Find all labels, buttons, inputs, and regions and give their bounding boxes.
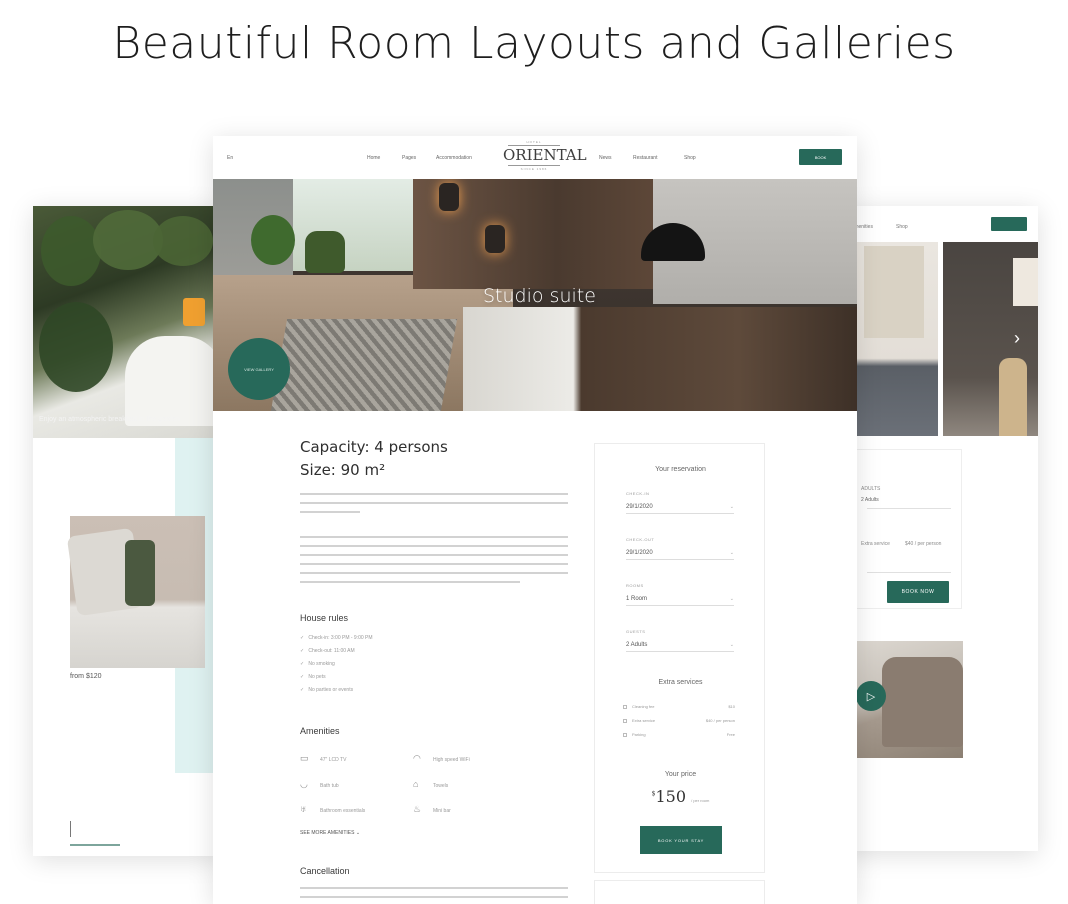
house-rule-item: ✓ No pets bbox=[300, 674, 326, 680]
form-value[interactable]: 2 Adults bbox=[861, 497, 879, 503]
reservation-title: Your reservation bbox=[655, 466, 706, 473]
hotel-logo[interactable]: HOTEL ORIENTAL SINCE 1986 bbox=[503, 140, 587, 171]
breakfast-photo: Enjoy an atmospheric breakfast in the ga… bbox=[33, 206, 223, 438]
amenity-item: ♅ Bathroom essentials bbox=[300, 804, 366, 814]
house-rule-item: ✓ Check-in: 3:00 PM - 9:00 PM bbox=[300, 635, 373, 641]
form-label: ADULTS bbox=[861, 486, 881, 492]
book-now-button[interactable]: BOOK NOW bbox=[887, 581, 949, 603]
chevron-down-icon: ⌄ bbox=[729, 504, 734, 510]
chevron-down-icon: ⌄ bbox=[729, 550, 734, 556]
main-preview-page: En Home Pages Accommodation HOTEL ORIENT… bbox=[213, 136, 857, 904]
nav-news[interactable]: News bbox=[599, 155, 612, 161]
left-preview-page: Enjoy an atmospheric breakfast in the ga… bbox=[33, 206, 223, 856]
room-capacity: Capacity: 4 persons bbox=[300, 438, 448, 456]
see-more-amenities-link[interactable]: SEE MORE AMENITIES ⌄ bbox=[300, 830, 360, 836]
hairdryer-icon: ♅ bbox=[300, 804, 307, 814]
extra-service-option[interactable]: Extra service $40 / per person bbox=[623, 718, 735, 723]
house-rules-title: House rules bbox=[300, 613, 349, 623]
video-thumbnail[interactable]: ▷ bbox=[856, 641, 963, 758]
amenities-title: Amenities bbox=[300, 726, 340, 736]
rooms-label: ROOMS bbox=[626, 583, 644, 588]
gallery-image-2[interactable] bbox=[943, 242, 1038, 436]
chevron-right-icon[interactable]: › bbox=[1014, 328, 1020, 349]
checkin-label: CHECK-IN bbox=[626, 491, 650, 496]
amenity-item: ◠ High speed WiFi bbox=[413, 753, 470, 763]
pendant-lamp-icon bbox=[439, 183, 459, 211]
book-button[interactable] bbox=[991, 217, 1027, 231]
nav-restaurant[interactable]: Restaurant bbox=[633, 155, 657, 161]
house-rule-item: ✓ No smoking bbox=[300, 661, 335, 667]
checkbox[interactable] bbox=[623, 704, 627, 709]
service-price: $40 / per person bbox=[905, 541, 942, 547]
amenity-item: ◡ Bath tub bbox=[300, 779, 339, 789]
room-price: from $120 bbox=[70, 673, 102, 680]
nav-pages[interactable]: Pages bbox=[402, 155, 416, 161]
page-headline: Beautiful Room Layouts and Galleries bbox=[112, 18, 956, 69]
view-gallery-button[interactable]: VIEW GALLERY bbox=[228, 338, 290, 400]
room-photo[interactable] bbox=[66, 516, 205, 668]
nav-home[interactable]: Home bbox=[367, 155, 380, 161]
price-title: Your price bbox=[664, 771, 697, 778]
reservation-card: Your reservation CHECK-IN 29/1/2020 ⌄ CHE… bbox=[594, 443, 765, 873]
divider bbox=[70, 821, 71, 837]
house-rule-item: ✓ No parties or events bbox=[300, 687, 354, 693]
extra-service-option[interactable]: Parking Free bbox=[623, 732, 735, 737]
guests-label: GUESTS bbox=[626, 629, 646, 634]
top-navigation: En Home Pages Accommodation HOTEL ORIENT… bbox=[213, 136, 857, 179]
bath-icon: ◡ bbox=[300, 779, 308, 789]
nav-shop[interactable]: Shop bbox=[896, 224, 908, 230]
amenity-item: ⌂ Towels bbox=[413, 779, 449, 789]
right-preview-page: Amenities Shop › ADULTS 2 Adults Extra s… bbox=[846, 206, 1038, 851]
photo-caption: Enjoy an atmospheric breakfast in the ga… bbox=[39, 416, 180, 423]
rooms-select[interactable]: 1 Room ⌄ bbox=[626, 596, 734, 606]
card-footer bbox=[594, 880, 765, 904]
towel-icon: ⌂ bbox=[413, 779, 419, 789]
book-your-stay-button[interactable]: BOOK YOUR STAY bbox=[640, 826, 722, 854]
reservation-card: ADULTS 2 Adults Extra service $40 / per … bbox=[856, 449, 962, 609]
description-paragraph bbox=[300, 493, 568, 520]
amenity-item: ♨ Mini bar bbox=[413, 804, 451, 814]
chevron-down-icon: ⌄ bbox=[729, 596, 734, 602]
room-link[interactable] bbox=[70, 844, 120, 846]
language-selector[interactable]: En bbox=[227, 155, 233, 161]
room-size: Size: 90 m² bbox=[300, 461, 386, 479]
cancellation-paragraph bbox=[300, 887, 568, 904]
gallery-image-1[interactable] bbox=[856, 242, 938, 436]
house-rule-item: ✓ Check-out: 11:00 AM bbox=[300, 648, 355, 654]
nav-shop[interactable]: Shop bbox=[684, 155, 696, 161]
chevron-down-icon: ⌄ bbox=[729, 642, 734, 648]
checkout-label: CHECK-OUT bbox=[626, 537, 655, 542]
play-icon[interactable]: ▷ bbox=[856, 681, 886, 711]
amenity-item: ▭ 47" LCD TV bbox=[300, 753, 347, 763]
pendant-lamp-icon bbox=[485, 225, 505, 253]
checkbox[interactable] bbox=[623, 718, 627, 723]
extra-services-title: Extra services bbox=[658, 679, 703, 686]
coffee-icon: ♨ bbox=[413, 804, 422, 814]
tv-icon: ▭ bbox=[300, 753, 309, 763]
guests-select[interactable]: 2 Adults ⌄ bbox=[626, 642, 734, 652]
checkout-field[interactable]: 29/1/2020 ⌄ bbox=[626, 550, 734, 560]
room-price: $150 / per room bbox=[651, 787, 710, 806]
hero-image: Studio suite bbox=[213, 179, 857, 411]
room-title: Studio suite bbox=[483, 285, 596, 307]
book-button[interactable]: BOOK bbox=[799, 149, 842, 165]
wifi-icon: ◠ bbox=[413, 753, 421, 763]
cancellation-title: Cancellation bbox=[300, 866, 350, 876]
checkin-field[interactable]: 29/1/2020 ⌄ bbox=[626, 504, 734, 514]
description-paragraph bbox=[300, 536, 568, 590]
checkbox[interactable] bbox=[623, 732, 627, 737]
service-label: Extra service bbox=[861, 541, 890, 547]
extra-service-option[interactable]: Cleaning fee $10 bbox=[623, 704, 735, 709]
nav-accommodation[interactable]: Accommodation bbox=[436, 155, 472, 161]
